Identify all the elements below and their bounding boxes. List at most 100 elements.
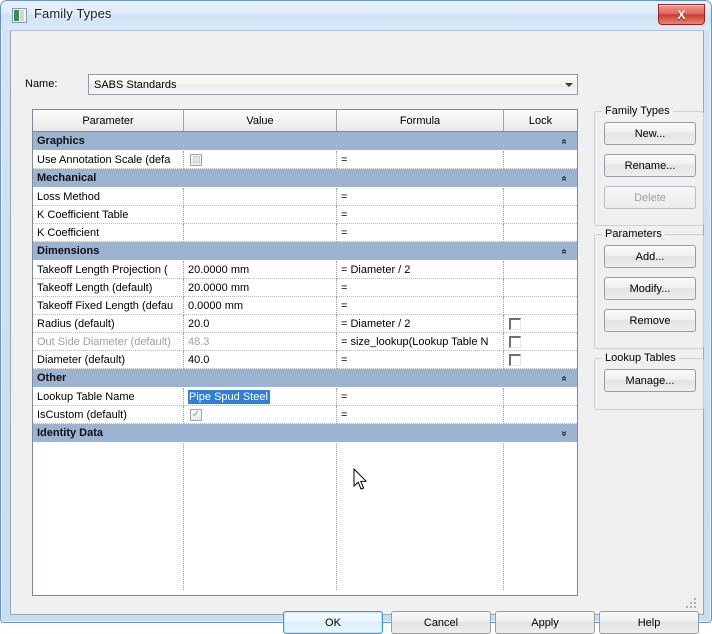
cell-parameter[interactable]: Use Annotation Scale (defa — [33, 151, 184, 169]
empty-cell-formula — [337, 443, 504, 590]
checkbox-unchecked-icon[interactable] — [190, 153, 202, 166]
cell-formula[interactable]: = — [337, 388, 504, 406]
cell-lock[interactable] — [504, 151, 577, 169]
table-header-row: Parameter Value Formula Lock — [33, 110, 577, 132]
cell-parameter[interactable]: Out Side Diameter (default) — [33, 333, 184, 351]
cell-lock[interactable] — [504, 206, 577, 224]
rename-button[interactable]: Rename... — [604, 154, 696, 177]
cell-value[interactable]: 0.0000 mm — [184, 297, 337, 315]
table-group-header[interactable]: Other « — [33, 369, 577, 388]
name-label: Name: — [25, 78, 58, 90]
parameter-table[interactable]: Parameter Value Formula Lock Graphics « Us… — [32, 109, 578, 596]
table-row[interactable]: K Coefficient = — [33, 224, 577, 242]
resize-grip[interactable] — [686, 598, 698, 610]
cell-lock[interactable] — [504, 224, 577, 242]
table-row[interactable]: Lookup Table Name Pipe Spud Steel = — [33, 388, 577, 406]
close-button[interactable]: X — [658, 4, 705, 25]
table-group-header[interactable]: Mechanical « — [33, 169, 577, 188]
cell-formula[interactable]: = — [337, 279, 504, 297]
modify-parameter-button[interactable]: Modify... — [604, 277, 696, 300]
table-row[interactable]: Radius (default) 20.0 = Diameter / 2 — [33, 315, 577, 333]
column-header-value[interactable]: Value — [184, 110, 337, 131]
cell-lock[interactable] — [504, 388, 577, 406]
remove-parameter-button[interactable]: Remove — [604, 309, 696, 332]
cell-lock[interactable] — [504, 315, 577, 333]
cell-formula[interactable]: = — [337, 224, 504, 242]
chevron-down-icon[interactable] — [560, 82, 577, 87]
cell-formula[interactable]: = Diameter / 2 — [337, 261, 504, 279]
double-chevron-up-icon[interactable]: « — [555, 176, 574, 182]
cell-value[interactable] — [184, 188, 337, 206]
double-chevron-up-icon[interactable]: « — [555, 376, 574, 382]
table-group-header[interactable]: Identity Data » — [33, 424, 577, 443]
table-row[interactable]: K Coefficient Table = — [33, 206, 577, 224]
manage-lookup-tables-button[interactable]: Manage... — [604, 369, 696, 392]
table-row[interactable]: Takeoff Length Projection (20.0000 mm = D… — [33, 261, 577, 279]
cell-parameter[interactable]: IsCustom (default) — [33, 406, 184, 424]
table-empty-area[interactable] — [33, 443, 577, 590]
cell-lock[interactable] — [504, 279, 577, 297]
family-types-groupbox: Family Types New... Rename... Delete — [594, 105, 704, 226]
cell-value-text-selected: Pipe Spud Steel — [188, 389, 270, 404]
parameters-groupbox: Parameters Add... Modify... Remove — [594, 228, 704, 349]
cell-value[interactable]: Pipe Spud Steel — [184, 388, 337, 406]
column-header-parameter[interactable]: Parameter — [33, 110, 184, 131]
cell-parameter[interactable]: K Coefficient Table — [33, 206, 184, 224]
cell-parameter[interactable]: Diameter (default) — [33, 351, 184, 369]
cell-formula[interactable]: = size_lookup(Lookup Table N — [337, 333, 504, 351]
cell-parameter[interactable]: Takeoff Length (default) — [33, 279, 184, 297]
lock-checkbox-icon[interactable] — [509, 317, 521, 330]
cell-lock[interactable] — [504, 351, 577, 369]
cell-parameter[interactable]: Radius (default) — [33, 315, 184, 333]
cell-value[interactable]: 20.0 — [184, 315, 337, 333]
empty-cell-value — [184, 443, 337, 590]
column-header-lock[interactable]: Lock — [504, 110, 577, 131]
family-type-name-combobox[interactable]: SABS Standards — [88, 74, 578, 95]
cell-lock[interactable] — [504, 188, 577, 206]
lock-checkbox-icon[interactable] — [509, 353, 521, 366]
checkbox-checked-icon[interactable]: ✓ — [190, 408, 202, 421]
cell-formula[interactable]: = — [337, 151, 504, 169]
cell-lock[interactable] — [504, 406, 577, 424]
double-chevron-down-icon[interactable]: » — [555, 431, 574, 437]
cell-parameter[interactable]: K Coefficient — [33, 224, 184, 242]
cell-lock[interactable] — [504, 297, 577, 315]
lock-checkbox-icon[interactable] — [509, 335, 521, 348]
column-header-formula[interactable]: Formula — [337, 110, 504, 131]
cell-parameter[interactable]: Loss Method — [33, 188, 184, 206]
table-row[interactable]: IsCustom (default) ✓ = — [33, 406, 577, 424]
cell-value[interactable] — [184, 224, 337, 242]
cell-value[interactable]: 40.0 — [184, 351, 337, 369]
cell-lock[interactable] — [504, 333, 577, 351]
table-group-header[interactable]: Dimensions « — [33, 242, 577, 261]
table-row[interactable]: Takeoff Fixed Length (defau 0.0000 mm = — [33, 297, 577, 315]
add-parameter-button[interactable]: Add... — [604, 245, 696, 268]
cell-formula[interactable]: = — [337, 406, 504, 424]
double-chevron-up-icon[interactable]: « — [555, 139, 574, 145]
window-title: Family Types — [34, 6, 112, 21]
cell-value[interactable] — [184, 206, 337, 224]
table-group-header[interactable]: Graphics « — [33, 132, 577, 151]
cell-value[interactable]: ✓ — [184, 406, 337, 424]
new-button[interactable]: New... — [604, 122, 696, 145]
cell-formula[interactable]: = Diameter / 2 — [337, 315, 504, 333]
cell-formula[interactable]: = — [337, 188, 504, 206]
cell-value[interactable]: 20.0000 mm — [184, 279, 337, 297]
cell-value[interactable]: 48.3 — [184, 333, 337, 351]
cell-formula[interactable]: = — [337, 297, 504, 315]
table-row[interactable]: Use Annotation Scale (defa = — [33, 151, 577, 169]
cell-formula[interactable]: = — [337, 206, 504, 224]
double-chevron-up-icon[interactable]: « — [555, 249, 574, 255]
table-row[interactable]: Out Side Diameter (default) 48.3 = size_lo… — [33, 333, 577, 351]
cell-lock[interactable] — [504, 261, 577, 279]
cell-parameter[interactable]: Takeoff Length Projection ( — [33, 261, 184, 279]
table-row[interactable]: Diameter (default) 40.0 = — [33, 351, 577, 369]
cell-formula[interactable]: = — [337, 351, 504, 369]
title-bar[interactable]: Family Types X — [1, 1, 711, 30]
cell-parameter[interactable]: Takeoff Fixed Length (defau — [33, 297, 184, 315]
table-row[interactable]: Loss Method = — [33, 188, 577, 206]
cell-value[interactable] — [184, 151, 337, 169]
table-row[interactable]: Takeoff Length (default) 20.0000 mm = — [33, 279, 577, 297]
cell-parameter[interactable]: Lookup Table Name — [33, 388, 184, 406]
cell-value[interactable]: 20.0000 mm — [184, 261, 337, 279]
